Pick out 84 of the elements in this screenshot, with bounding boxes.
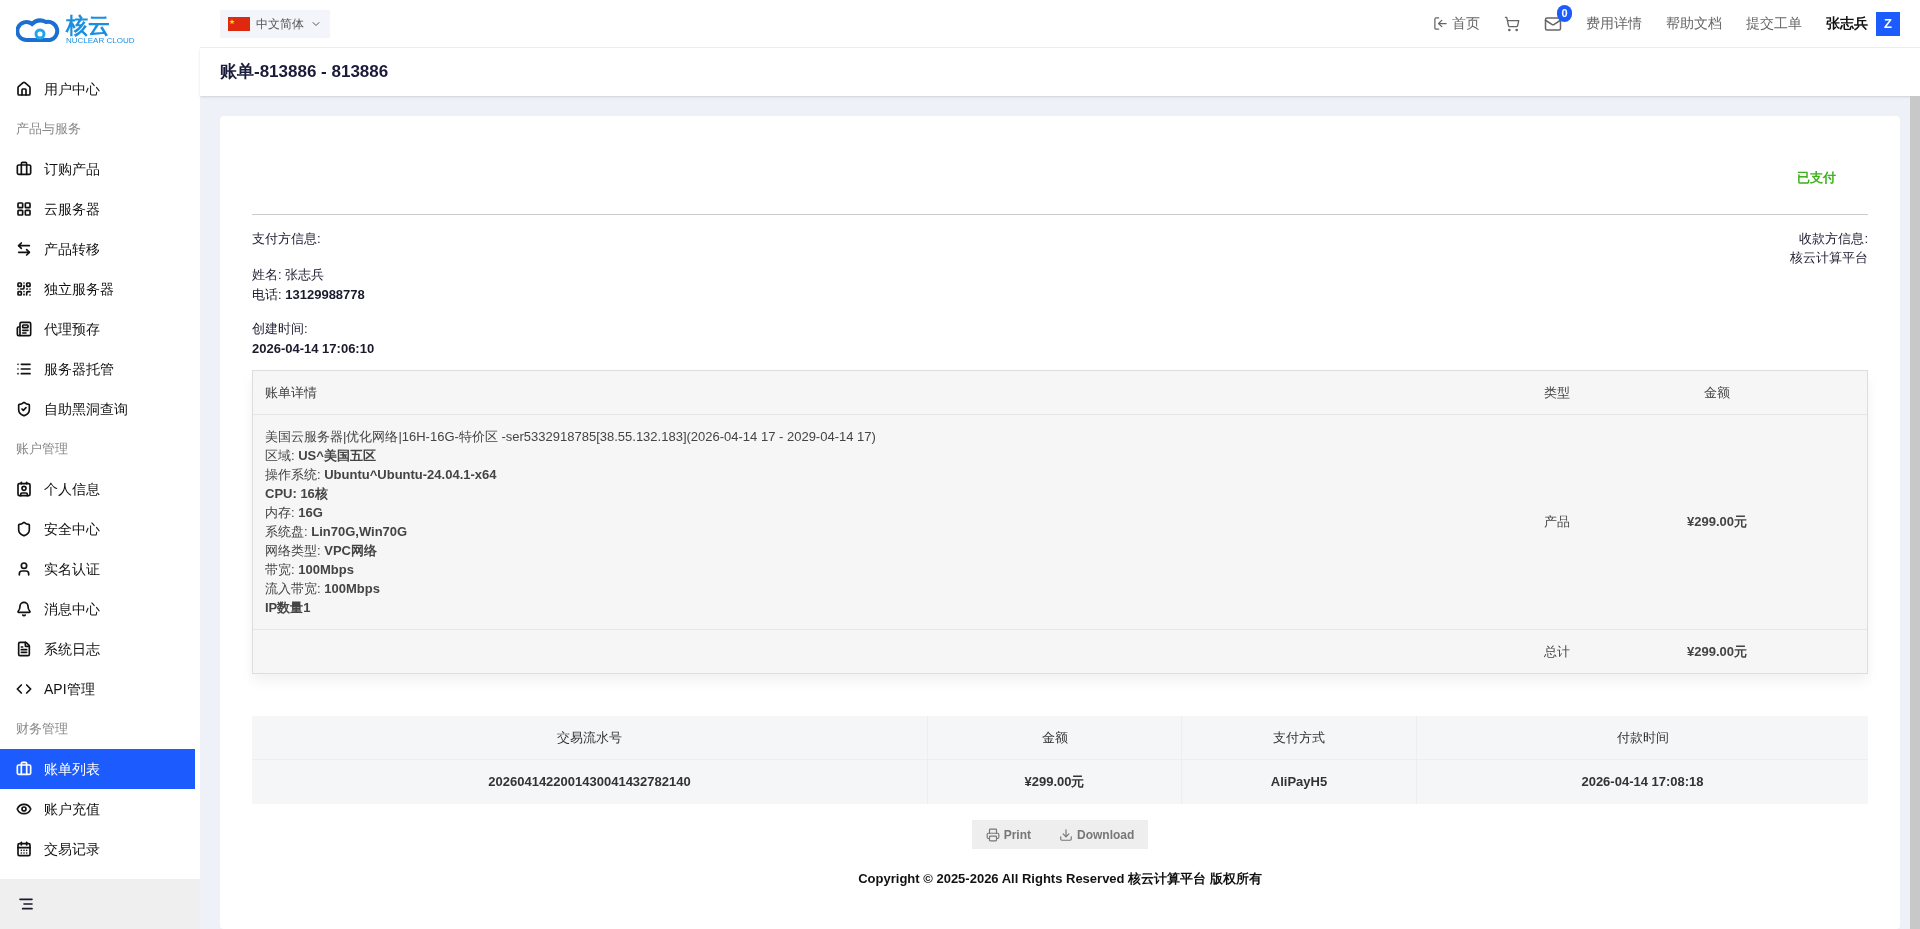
flag-icon [228,16,250,31]
eye-icon [16,801,32,817]
download-button[interactable]: Download [1045,820,1149,849]
document-icon [16,641,32,657]
sidebar-item[interactable]: 产品转移 [0,229,195,269]
sidebar-section-label: 账户管理 [15,440,69,459]
contact-card-icon [16,481,32,497]
printer-icon [985,827,1000,842]
total-label: 总计 [1543,642,1571,661]
language-dropdown[interactable]: 中文简体 [220,9,330,38]
grid-icon [16,201,32,217]
print-button[interactable]: Print [971,820,1045,849]
column-header: 类型 [1543,383,1571,402]
qr-icon [16,281,32,297]
header-link[interactable]: 帮助文档 [1666,13,1722,34]
created-time: 2026-04-14 17:06:10 [252,339,375,358]
payer-phone: 电话: 13129988778 [252,285,366,304]
column-header: 金额 [927,716,1181,759]
payee-label: 收款方信息: [1799,229,1868,248]
table-cell-text: ¥299.00元 [1686,513,1748,532]
list-icon [16,361,32,377]
paid-status: 已支付 [1797,169,1836,187]
cloud-logo-icon [16,16,62,44]
sidebar-item[interactable]: 安全中心 [0,509,195,549]
briefcase-icon [16,761,32,777]
menu-icon[interactable] [18,896,34,912]
home-link[interactable]: 首页 [1433,13,1480,34]
column-header: 账单详情 [264,383,318,402]
table-cell: ¥299.00元 [927,760,1181,804]
copyright-text: Copyright © 2025-2026 All Rights Reserved 核云计算平台 版权所有 [857,870,1263,888]
payer-label: 支付方信息: [252,229,322,248]
payer-name: 姓名: 张志兵 [252,266,326,284]
column-header: 付款时间 [1416,716,1868,759]
header-link[interactable]: 提交工单 [1746,13,1802,34]
shield-icon [16,401,32,417]
arrows-icon [16,241,32,257]
shield-icon [16,521,32,537]
user-name[interactable]: 张志兵 [1826,13,1868,34]
sidebar-item[interactable]: 云服务器 [0,189,195,229]
table-cell-text: 美国云服务器|优化网络|16H-16G-特价区 -ser5332918785[38.55.132.183](2026-04-14 17 - 2029-04-14 17) 区域: US^美国五区 操作系统: Ubuntu^Ubuntu-24.04.1-x64 CPU: 16核 内存: 16G 系统盘: Lin70G,Win70G 网络类型: VPC网络 带宽: 100Mbps 流入带宽: 100Mbps IP数量1 [264,428,877,617]
mail-icon[interactable] [1544,14,1562,33]
briefcase-icon [16,161,32,177]
sidebar-item[interactable]: API管理 [0,669,195,709]
page-title: 账单-813886 - 813886 [220,61,389,84]
payee-name: 核云计算平台 [1790,249,1868,267]
cart-icon[interactable] [1504,15,1520,32]
sidebar-item[interactable]: 实名认证 [0,549,195,589]
download-icon [1059,827,1073,842]
column-header: 金额 [1703,383,1731,402]
code-icon [16,681,32,697]
enter-icon [1433,16,1448,31]
bell-icon [16,601,32,617]
sidebar-item[interactable]: 账单列表 [0,749,195,789]
column-header: 交易流水号 [556,728,623,747]
table-cell: AliPayH5 [1181,760,1416,804]
sidebar-section-label: 财务管理 [15,720,69,739]
notification-badge: 0 [1557,4,1572,22]
sidebar-item[interactable]: 个人信息 [0,469,195,509]
document-icon [16,321,32,337]
sidebar-item[interactable]: 用户中心 [0,69,195,109]
created-label: 创建时间: [252,320,309,338]
user-avatar[interactable]: Z [1876,11,1900,36]
column-header: 支付方式 [1181,716,1416,759]
sidebar-item[interactable]: 消息中心 [0,589,195,629]
logo-subtext: NUCLEAR CLOUD [66,37,135,45]
sidebar-item[interactable]: 自助黑洞查询 [0,389,195,429]
sidebar-item[interactable]: 交易记录 [0,829,195,869]
sidebar-item[interactable]: 独立服务器 [0,269,195,309]
sidebar-item[interactable]: 服务器托管 [0,349,195,389]
calendar-icon [16,841,32,857]
sidebar-item[interactable]: 账户充值 [0,789,195,829]
sidebar-section-label: 产品与服务 [15,120,82,139]
sidebar-item[interactable]: 订购产品 [0,149,195,189]
total-amount: ¥299.00元 [1686,642,1748,661]
logo-text: 核云 [66,15,111,37]
table-cell-text: 2026041422001430041432782140 [487,773,692,792]
table-cell-text: 产品 [1543,513,1571,532]
sidebar-item[interactable]: 代理预存 [0,309,195,349]
table-cell: 2026-04-14 17:08:18 [1416,760,1868,804]
scrollbar[interactable] [1910,96,1920,929]
user-icon [16,561,32,577]
home-icon [16,81,32,97]
sidebar-item[interactable]: 系统日志 [0,629,195,669]
header-link[interactable]: 费用详情 [1586,13,1642,34]
